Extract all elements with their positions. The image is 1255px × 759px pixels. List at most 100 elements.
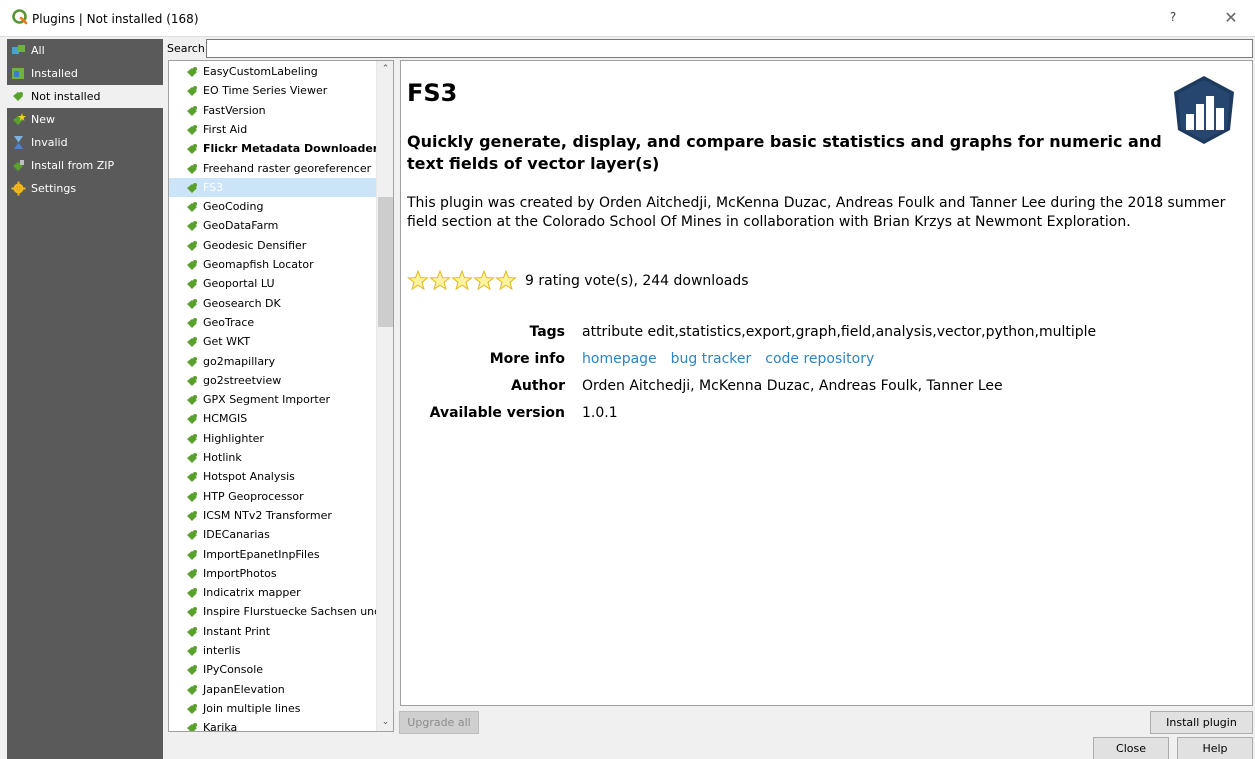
list-item[interactable]: go2mapillary	[169, 352, 377, 371]
close-button[interactable]: Close	[1093, 737, 1169, 759]
search-label: Search	[167, 42, 205, 55]
list-item[interactable]: First Aid	[169, 120, 377, 139]
sidebar-item-label: All	[31, 44, 45, 57]
plugin-puzzle-icon	[187, 723, 197, 731]
list-item-label: Geoportal LU	[203, 277, 275, 291]
plugin-puzzle-icon	[187, 472, 197, 483]
list-item[interactable]: Inspire Flurstuecke Sachsen und T	[169, 602, 377, 621]
list-item-label: FS3	[203, 180, 224, 194]
list-item[interactable]: Highlighter	[169, 429, 377, 448]
plugin-puzzle-icon	[187, 665, 197, 676]
list-item-label: Hotspot Analysis	[203, 470, 295, 484]
list-item[interactable]: Indicatrix mapper	[169, 583, 377, 602]
puzzle-all-icon	[12, 45, 25, 54]
list-item[interactable]: Flickr Metadata Downloader	[169, 139, 377, 158]
plugin-puzzle-icon	[187, 453, 197, 463]
list-item[interactable]: FastVersion	[169, 101, 377, 120]
list-item[interactable]: ICSM NTv2 Transformer	[169, 506, 377, 525]
plugin-description: This plugin was created by Orden Aitched…	[407, 195, 1226, 230]
plugin-puzzle-icon	[187, 395, 197, 406]
scroll-up-arrow-icon[interactable]: ⌃	[377, 61, 393, 78]
list-item[interactable]: IPyConsole	[169, 660, 377, 679]
list-item[interactable]: GeoTrace	[169, 313, 377, 332]
list-item[interactable]: Get WKT	[169, 332, 377, 351]
plugin-list[interactable]: EasyCustomLabeling EO Time Series Viewer F…	[168, 60, 394, 732]
list-item-label: ImportEpanetInpFiles	[203, 547, 320, 561]
list-item-label: GeoCoding	[203, 200, 264, 214]
upgrade-all-button[interactable]: Upgrade all	[399, 711, 479, 734]
list-item[interactable]: go2streetview	[169, 371, 377, 390]
list-item-label: go2streetview	[203, 373, 282, 387]
list-item[interactable]: HTP Geoprocessor	[169, 487, 377, 506]
list-item[interactable]: ImportEpanetInpFiles	[169, 545, 377, 564]
list-item-label: FastVersion	[203, 103, 266, 117]
list-item-label: Get WKT	[203, 335, 251, 349]
sidebar-item-settings[interactable]: Settings	[7, 177, 163, 200]
plugin-puzzle-icon	[187, 356, 197, 367]
sidebar-item-installed[interactable]: Installed	[7, 62, 163, 85]
list-item[interactable]: Hotspot Analysis	[169, 467, 377, 486]
list-item-label: interlis	[203, 644, 241, 657]
list-item[interactable]: Join multiple lines	[169, 699, 377, 718]
sidebar-item-new[interactable]: New	[7, 108, 163, 131]
scroll-thumb[interactable]	[378, 197, 393, 327]
rating-star-icon	[473, 270, 495, 291]
window-close-button[interactable]: ✕	[1221, 8, 1241, 27]
list-item-label: go2mapillary	[203, 354, 276, 368]
list-item[interactable]: Hotlink	[169, 448, 377, 467]
window-help-button[interactable]: ?	[1163, 10, 1183, 24]
sidebar-item-label: Invalid	[31, 136, 68, 149]
list-item[interactable]: JapanElevation	[169, 680, 377, 699]
list-item-label: Hotlink	[203, 451, 242, 464]
plugin-puzzle-icon	[187, 703, 197, 714]
list-item[interactable]: EasyCustomLabeling	[169, 62, 377, 81]
sidebar-item-invalid[interactable]: Invalid	[7, 131, 163, 154]
help-button[interactable]: Help	[1177, 737, 1253, 759]
bug-tracker-link[interactable]: bug tracker	[671, 351, 752, 367]
list-item[interactable]: ImportPhotos	[169, 564, 377, 583]
list-item[interactable]: Instant Print	[169, 622, 377, 641]
code-repository-link[interactable]: code repository	[765, 351, 874, 367]
sidebar-item-install-from-zip[interactable]: Install from ZIP	[7, 154, 163, 177]
list-item[interactable]: IDECanarias	[169, 525, 377, 544]
list-item[interactable]: GeoCoding	[169, 197, 377, 216]
plugin-puzzle-icon	[187, 105, 197, 116]
plugin-details: FS3 Quickly generate, display, and compa…	[400, 60, 1253, 706]
sidebar-item-not-installed[interactable]: Not installed	[7, 85, 163, 108]
sidebar-item-all[interactable]: All	[7, 39, 163, 62]
more-info-links: homepage bug tracker code repository	[582, 348, 888, 370]
list-item-label: First Aid	[203, 122, 248, 136]
author-label: Author	[511, 378, 565, 394]
sidebar-item-label: Not installed	[31, 90, 101, 103]
list-item-label: Inspire Flurstuecke Sachsen und T	[203, 605, 377, 619]
list-item[interactable]: Geoportal LU	[169, 274, 377, 293]
list-item[interactable]: HCMGIS	[169, 409, 377, 428]
search-input[interactable]	[206, 39, 1253, 58]
install-plugin-button[interactable]: Install plugin	[1150, 711, 1253, 734]
plugin-puzzle-icon	[187, 240, 197, 251]
list-item[interactable]: Geodesic Densifier	[169, 236, 377, 255]
version-value: 1.0.1	[582, 405, 618, 421]
list-item[interactable]: Freehand raster georeferencer	[169, 159, 377, 178]
plugin-puzzle-icon	[187, 144, 197, 155]
plugin-puzzle-icon	[187, 491, 197, 502]
list-item-label: HTP Geoprocessor	[203, 489, 304, 503]
rating-star-icon	[495, 270, 517, 291]
list-item[interactable]: Geomapfish Locator	[169, 255, 377, 274]
list-item[interactable]: FS3	[169, 177, 377, 197]
list-item[interactable]: Geosearch DK	[169, 294, 377, 313]
sidebar-item-label: Settings	[31, 182, 77, 195]
plugin-puzzle-icon	[187, 86, 197, 97]
list-item[interactable]: GeoDataFarm	[169, 216, 377, 235]
puzzle-invalid-icon	[14, 136, 23, 149]
list-item[interactable]: GPX Segment Importer	[169, 390, 377, 409]
list-item[interactable]: Karika	[169, 718, 377, 732]
sidebar-item-label: New	[31, 113, 55, 126]
homepage-link[interactable]: homepage	[582, 351, 657, 367]
list-item[interactable]: interlis	[169, 641, 377, 660]
plugin-puzzle-icon	[187, 67, 197, 77]
scroll-down-arrow-icon[interactable]: ⌄	[377, 714, 393, 731]
plugin-list-scrollbar[interactable]: ⌃ ⌄	[376, 61, 393, 731]
list-item-label: Karika	[203, 721, 238, 732]
list-item[interactable]: EO Time Series Viewer	[169, 81, 377, 100]
